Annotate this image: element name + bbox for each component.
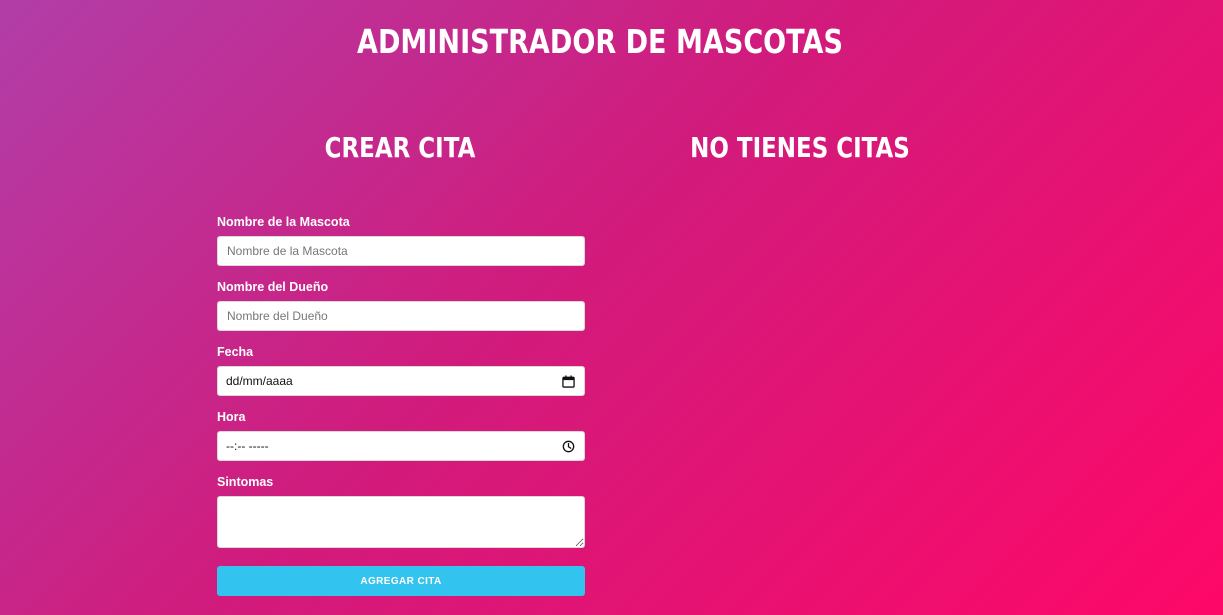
symptoms-label: Sintomas — [217, 475, 274, 489]
date-input[interactable]: dd/mm/aaaa — [217, 366, 585, 396]
add-appointment-button[interactable]: AGREGAR CITA — [217, 566, 585, 596]
symptoms-field-group: Sintomas — [217, 472, 585, 548]
app-title: ADMINISTRADOR DE MASCOTAS — [357, 22, 843, 61]
symptoms-textarea[interactable] — [217, 496, 585, 548]
time-field-group: Hora --:-- ----- — [217, 407, 585, 461]
owner-name-field-group: Nombre del Dueño — [217, 277, 585, 331]
pet-name-field-group: Nombre de la Mascota — [217, 212, 585, 266]
pet-name-label: Nombre de la Mascota — [217, 215, 350, 229]
time-input[interactable]: --:-- ----- — [217, 431, 585, 461]
owner-name-input[interactable] — [217, 301, 585, 331]
appointments-list-title: NO TIENES CITAS — [690, 131, 910, 164]
owner-name-label: Nombre del Dueño — [217, 280, 329, 294]
date-field-group: Fecha dd/mm/aaaa — [217, 342, 585, 396]
time-label: Hora — [217, 410, 246, 424]
create-appointment-title: CREAR CITA — [324, 131, 476, 164]
date-input-value: dd/mm/aaaa — [226, 374, 293, 388]
calendar-icon[interactable] — [562, 374, 575, 388]
appointment-form: Nombre de la Mascota Nombre del Dueño Fe… — [217, 212, 585, 596]
pet-name-input[interactable] — [217, 236, 585, 266]
date-label: Fecha — [217, 345, 254, 359]
time-input-value: --:-- ----- — [226, 439, 269, 453]
clock-icon[interactable] — [562, 440, 575, 453]
